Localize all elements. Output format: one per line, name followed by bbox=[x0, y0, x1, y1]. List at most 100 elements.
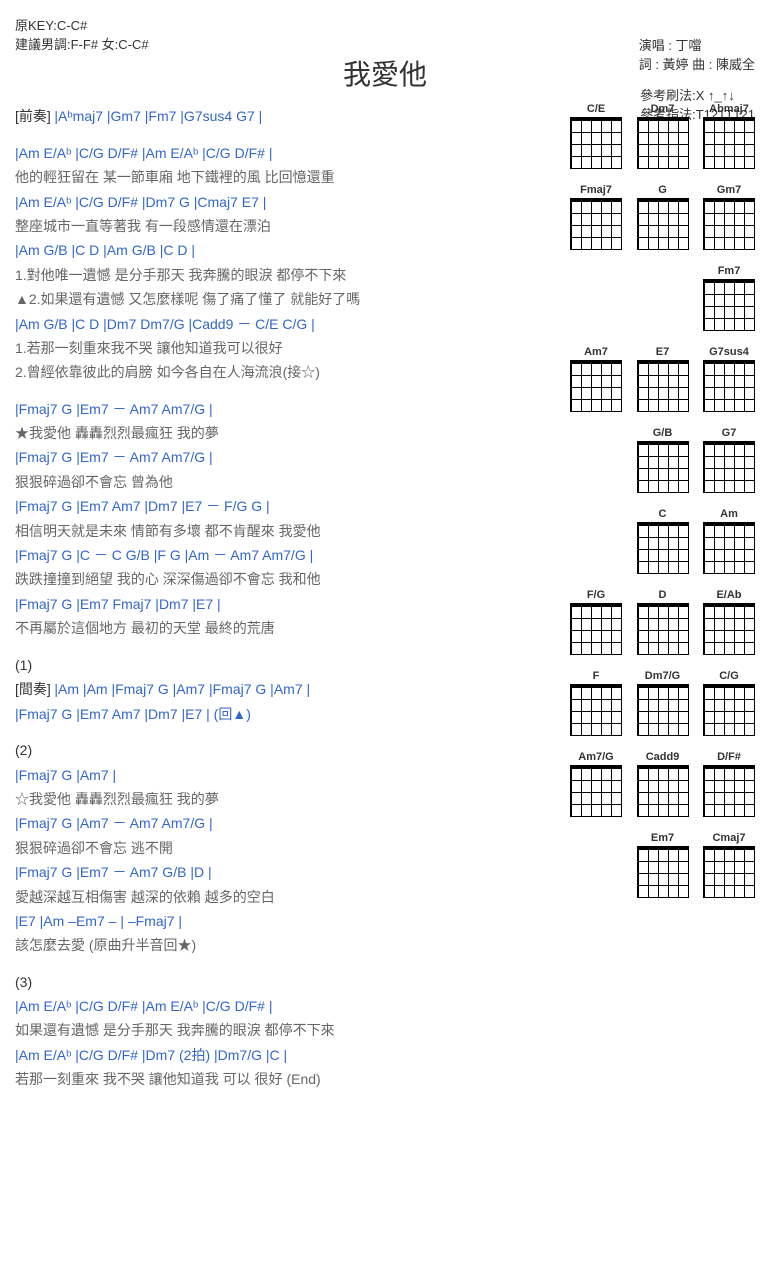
chord-diagram: Fmaj7 bbox=[570, 184, 622, 253]
chord-diagram-name: Cadd9 bbox=[637, 751, 689, 763]
chord-diagram: Dm7/G bbox=[637, 670, 689, 739]
chord-diagram-name: Em7 bbox=[637, 832, 689, 844]
chord-diagram: G7sus4 bbox=[703, 346, 755, 415]
lyric-line: 該怎麼去愛 (原曲升半音回★) bbox=[15, 934, 560, 956]
chord-diagram: Gm7 bbox=[703, 184, 755, 253]
chord-diagrams-panel: C/EDm7Abmaj7Fmaj7GGm7Fm7Am7E7G7sus4G/BG7… bbox=[570, 103, 755, 1093]
chord-diagram: Am7/G bbox=[570, 751, 622, 820]
chord-diagram: Fm7 bbox=[703, 265, 755, 334]
intro-chords: |Aᵇmaj7 |Gm7 |Fm7 |G7sus4 G7 | bbox=[54, 108, 262, 124]
chord-diagram: C/E bbox=[570, 103, 622, 172]
chord-line: |Am E/Aᵇ |C/G D/F# |Dm7 (2拍) |Dm7/G |C | bbox=[15, 1044, 560, 1066]
chord-line: |Am G/B |C D |Am G/B |C D | bbox=[15, 239, 560, 261]
fretboard bbox=[570, 765, 622, 817]
chord-diagram: D bbox=[637, 589, 689, 658]
chord-diagram: C/G bbox=[703, 670, 755, 739]
lyric-line: 不再屬於這個地方 最初的天堂 最終的荒唐 bbox=[15, 617, 560, 639]
fretboard bbox=[703, 603, 755, 655]
section-1: (1) bbox=[15, 654, 560, 676]
chord-diagram: Am7 bbox=[570, 346, 622, 415]
fretboard bbox=[637, 441, 689, 493]
fretboard bbox=[637, 684, 689, 736]
intro-label: [前奏] bbox=[15, 108, 51, 124]
chord-diagram-name: Am7 bbox=[570, 346, 622, 358]
interlude-chords: |Am |Am |Fmaj7 G |Am7 |Fmaj7 G |Am7 | bbox=[54, 681, 310, 697]
chord-diagram-name: G bbox=[637, 184, 689, 196]
chord-diagram: G7 bbox=[703, 427, 755, 496]
fretboard bbox=[703, 765, 755, 817]
chord-diagram: G/B bbox=[637, 427, 689, 496]
chord-line: |Am E/Aᵇ |C/G D/F# |Am E/Aᵇ |C/G D/F# | bbox=[15, 142, 560, 164]
lyric-line: 狠狠碎過卻不會忘 曾為他 bbox=[15, 471, 560, 493]
chord-diagram: Cadd9 bbox=[637, 751, 689, 820]
chord-diagram: G bbox=[637, 184, 689, 253]
chord-diagram: C bbox=[637, 508, 689, 577]
fretboard bbox=[703, 522, 755, 574]
lyric-line: 如果還有遺憾 是分手那天 我奔騰的眼淚 都停不下來 bbox=[15, 1019, 560, 1041]
interlude-label: [間奏] bbox=[15, 681, 51, 697]
fretboard bbox=[570, 603, 622, 655]
fretboard bbox=[637, 603, 689, 655]
fretboard bbox=[637, 360, 689, 412]
chord-diagram-name: G/B bbox=[637, 427, 689, 439]
chord-diagram-name: F/G bbox=[570, 589, 622, 601]
lyric-line: ▲2.如果還有遺憾 又怎麼樣呢 傷了痛了懂了 就能好了嗎 bbox=[15, 288, 560, 310]
fretboard bbox=[637, 117, 689, 169]
lyric-line: 1.對他唯一遺憾 是分手那天 我奔騰的眼淚 都停不下來 bbox=[15, 264, 560, 286]
lyric-line: 他的輕狂留在 某一節車廂 地下鐵裡的風 比回憶還重 bbox=[15, 166, 560, 188]
chord-diagram: Am bbox=[703, 508, 755, 577]
chord-sheet: [前奏] |Aᵇmaj7 |Gm7 |Fm7 |G7sus4 G7 | |Am … bbox=[15, 103, 560, 1093]
chord-diagram: F bbox=[570, 670, 622, 739]
chord-diagram: D/F# bbox=[703, 751, 755, 820]
chord-line: |Fmaj7 G |Em7 － Am7 G/B |D | bbox=[15, 861, 560, 883]
chord-diagram: F/G bbox=[570, 589, 622, 658]
chord-diagram-name: C/G bbox=[703, 670, 755, 682]
fretboard bbox=[570, 684, 622, 736]
chord-diagram: Cmaj7 bbox=[703, 832, 755, 901]
chord-diagram: E7 bbox=[637, 346, 689, 415]
fretboard bbox=[703, 198, 755, 250]
fretboard bbox=[703, 360, 755, 412]
chord-diagram bbox=[570, 265, 622, 334]
lyric-line: 跌跌撞撞到絕望 我的心 深深傷過卻不會忘 我和他 bbox=[15, 568, 560, 590]
chord-line: |Fmaj7 G |Em7 Fmaj7 |Dm7 |E7 | bbox=[15, 593, 560, 615]
chord-line: |Fmaj7 G |Am7 － Am7 Am7/G | bbox=[15, 812, 560, 834]
fretboard bbox=[703, 279, 755, 331]
fretboard bbox=[570, 360, 622, 412]
interlude-chords-2: |Fmaj7 G |Em7 Am7 |Dm7 |E7 | (回▲) bbox=[15, 703, 560, 725]
chord-diagram-name: G7 bbox=[703, 427, 755, 439]
chord-diagram-name: D bbox=[637, 589, 689, 601]
fretboard bbox=[570, 198, 622, 250]
ref-strum: 參考刷法:X ↑_↑↓ bbox=[640, 85, 755, 104]
chord-diagram-name: E/Ab bbox=[703, 589, 755, 601]
fretboard bbox=[570, 117, 622, 169]
chord-diagram-name: C bbox=[637, 508, 689, 520]
chord-diagram bbox=[637, 265, 689, 334]
lyric-line: 愛越深越互相傷害 越深的依賴 越多的空白 bbox=[15, 886, 560, 908]
chord-line: |E7 |Am –Em7 – | –Fmaj7 | bbox=[15, 910, 560, 932]
section-3: (3) bbox=[15, 971, 560, 993]
lyric-line: 整座城市一直等著我 有一段感情還在漂泊 bbox=[15, 215, 560, 237]
chord-line: |Fmaj7 G |Em7 － Am7 Am7/G | bbox=[15, 398, 560, 420]
fretboard bbox=[637, 198, 689, 250]
chord-diagram-name: D/F# bbox=[703, 751, 755, 763]
lyric-line: 狠狠碎過卻不會忘 逃不開 bbox=[15, 837, 560, 859]
lyric-line: 若那一刻重來 我不哭 讓他知道我 可以 很好 (End) bbox=[15, 1068, 560, 1090]
chord-line: |Am E/Aᵇ |C/G D/F# |Am E/Aᵇ |C/G D/F# | bbox=[15, 995, 560, 1017]
lyric-line: ★我愛他 轟轟烈烈最瘋狂 我的夢 bbox=[15, 422, 560, 444]
lyric-line: 1.若那一刻重來我不哭 讓他知道我可以很好 bbox=[15, 337, 560, 359]
fretboard bbox=[637, 522, 689, 574]
fretboard bbox=[703, 846, 755, 898]
chord-line: |Am G/B |C D |Dm7 Dm7/G |Cadd9 － C/E C/G… bbox=[15, 313, 560, 335]
chord-line: |Fmaj7 G |Em7 Am7 |Dm7 |E7 － F/G G | bbox=[15, 495, 560, 517]
section-2: (2) bbox=[15, 739, 560, 761]
chord-diagram bbox=[570, 832, 622, 901]
chord-diagram: Em7 bbox=[637, 832, 689, 901]
chord-diagram-name: Fm7 bbox=[703, 265, 755, 277]
chord-diagram-name: G7sus4 bbox=[703, 346, 755, 358]
chord-diagram-name: Am bbox=[703, 508, 755, 520]
chord-diagram: E/Ab bbox=[703, 589, 755, 658]
fretboard bbox=[637, 765, 689, 817]
lyric-line: ☆我愛他 轟轟烈烈最瘋狂 我的夢 bbox=[15, 788, 560, 810]
chord-line: |Fmaj7 G |Am7 | bbox=[15, 764, 560, 786]
